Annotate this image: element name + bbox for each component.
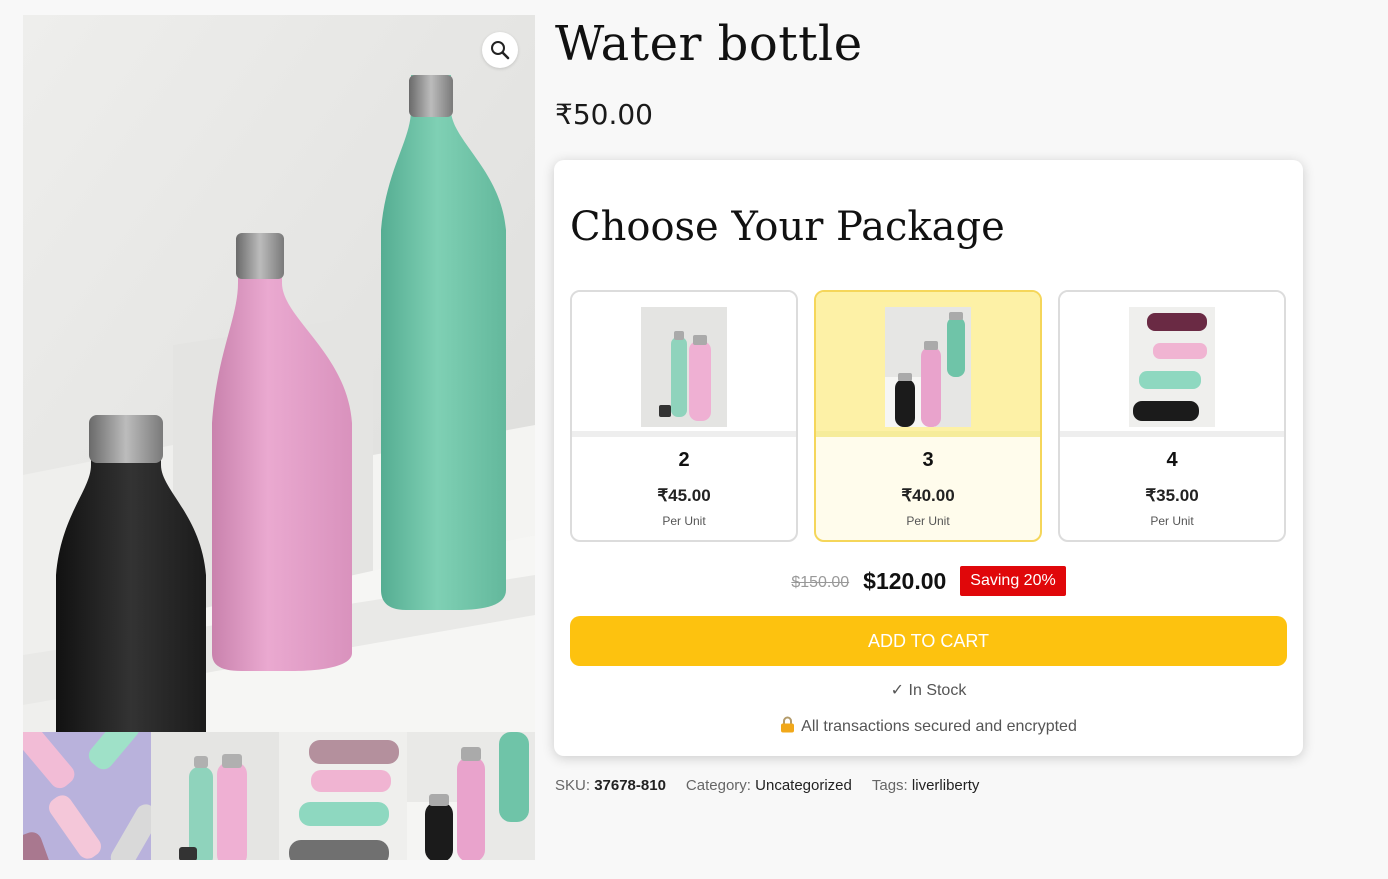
package-image-area xyxy=(816,292,1040,437)
security-note: All transactions secured and encrypted xyxy=(554,716,1303,736)
security-text: All transactions secured and encrypted xyxy=(801,718,1077,735)
zoom-button[interactable] xyxy=(482,32,518,68)
category-label: Category: xyxy=(685,777,751,794)
product-price: ₹50.00 xyxy=(555,98,653,131)
lock-icon xyxy=(781,716,795,733)
package-options: 2 ₹45.00 Per Unit 3 ₹40.00 Per Unit 4 ₹3… xyxy=(570,290,1287,542)
tag-link[interactable]: liverliberty xyxy=(912,777,980,794)
package-unit-price: ₹35.00 xyxy=(1145,486,1199,505)
add-to-cart-button[interactable]: ADD TO CART xyxy=(570,616,1287,666)
category-group: Category: Uncategorized xyxy=(686,777,852,794)
thumbnail-4[interactable] xyxy=(407,732,535,860)
thumbnail-2[interactable] xyxy=(151,732,279,860)
package-image xyxy=(885,307,971,427)
package-option-4[interactable]: 4 ₹35.00 Per Unit xyxy=(1058,290,1286,542)
stock-status: ✓ In Stock xyxy=(890,682,967,699)
package-heading: Choose Your Package xyxy=(570,204,1005,250)
package-quantity: 3 xyxy=(922,449,934,471)
package-quantity: 4 xyxy=(1166,449,1178,471)
thumbnail-3[interactable] xyxy=(279,732,407,860)
thumbnail-1[interactable] xyxy=(23,732,151,860)
package-unit-label: Per Unit xyxy=(662,514,706,528)
package-image-area xyxy=(572,292,796,437)
sku-group: SKU: 37678-810 xyxy=(555,777,666,794)
sku-value: 37678-810 xyxy=(594,777,666,794)
package-image-area xyxy=(1060,292,1284,437)
category-link[interactable]: Uncategorized xyxy=(755,777,852,794)
package-totals: $150.00 $120.00 Saving 20% xyxy=(554,566,1303,596)
thumbnail-image xyxy=(151,732,279,860)
product-main-image[interactable] xyxy=(23,15,535,732)
product-title: Water bottle xyxy=(555,16,863,72)
thumbnail-image xyxy=(23,732,151,860)
product-meta: SKU: 37678-810 Category: Uncategorized T… xyxy=(555,777,979,794)
package-unit-price: ₹45.00 xyxy=(657,486,711,505)
package-unit-price: ₹40.00 xyxy=(901,486,955,505)
tags-label: Tags: xyxy=(871,777,908,794)
magnifier-icon xyxy=(491,41,510,60)
thumbnail-image xyxy=(279,732,407,860)
sku-label: SKU: xyxy=(555,777,591,794)
package-selector: Choose Your Package 2 ₹45.00 Per Unit 3 … xyxy=(554,160,1303,756)
package-option-3[interactable]: 3 ₹40.00 Per Unit xyxy=(814,290,1042,542)
package-quantity: 2 xyxy=(678,449,690,471)
discounted-total: $120.00 xyxy=(863,567,947,594)
package-image xyxy=(1129,307,1215,427)
original-total: $150.00 xyxy=(791,574,850,591)
package-option-2[interactable]: 2 ₹45.00 Per Unit xyxy=(570,290,798,542)
thumbnail-image xyxy=(407,732,535,860)
tags-group: Tags: liverliberty xyxy=(872,777,980,794)
package-unit-label: Per Unit xyxy=(1150,514,1194,528)
package-image xyxy=(641,307,727,427)
package-unit-label: Per Unit xyxy=(906,514,950,528)
bottles-photo xyxy=(23,15,535,732)
saving-badge: Saving 20% xyxy=(960,566,1066,596)
thumbnail-strip xyxy=(23,732,535,860)
